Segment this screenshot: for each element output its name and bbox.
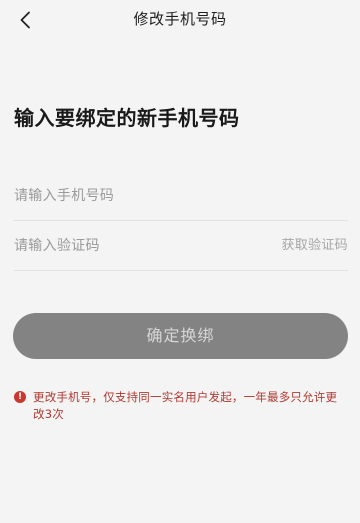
exclamation-circle-icon: ! xyxy=(14,391,26,403)
notice-text: 更改手机号，仅支持同一实名用户发起，一年最多只允许更改3次 xyxy=(33,390,338,421)
notice: ! 更改手机号，仅支持同一实名用户发起，一年最多只允许更改3次 xyxy=(14,389,344,423)
page-title: 修改手机号码 xyxy=(133,10,227,28)
get-code-button[interactable]: 获取验证码 xyxy=(281,236,348,256)
phone-input[interactable] xyxy=(14,172,254,220)
code-field-row: 获取验证码 xyxy=(14,222,348,271)
confirm-rebind-button[interactable]: 确定换绑 xyxy=(13,313,348,359)
top-bar: 修改手机号码 xyxy=(0,0,360,38)
verification-code-input[interactable] xyxy=(14,222,254,270)
phone-field-row xyxy=(14,172,348,221)
section-heading: 输入要绑定的新手机号码 xyxy=(14,106,240,130)
change-phone-screen: 修改手机号码 输入要绑定的新手机号码 获取验证码 确定换绑 ! 更改手机号，仅支… xyxy=(0,0,360,523)
